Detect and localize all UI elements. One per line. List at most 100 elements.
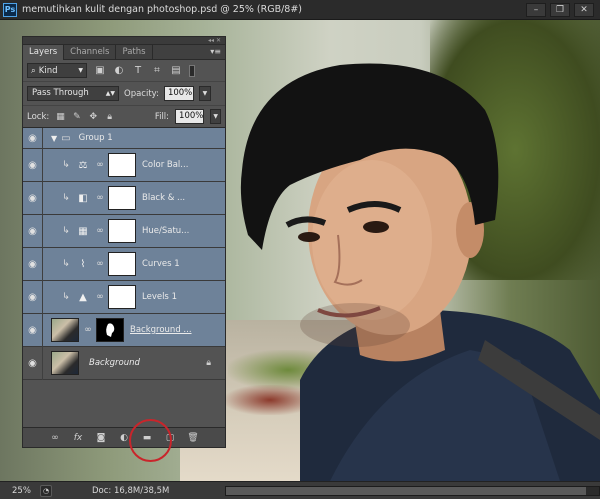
- layer-name: Hue/Satu...: [142, 226, 190, 236]
- link-icon: ∞: [96, 193, 104, 203]
- scrollbar-thumb[interactable]: [226, 487, 586, 495]
- layer-filter-row: ⌕ Kind ▼ ▣ ◐ T ⌗ ▤: [23, 60, 225, 82]
- layer-row[interactable]: ◉ Background 🔒︎: [23, 346, 225, 380]
- layer-row[interactable]: ◉ ↳ ▲ ∞ Levels 1: [23, 280, 225, 314]
- trash-icon[interactable]: 🗑︎: [187, 432, 199, 444]
- lock-position-icon[interactable]: ✥: [88, 111, 98, 123]
- eye-icon[interactable]: ◉: [23, 148, 43, 182]
- layer-row[interactable]: ◉ ▼ ▭ Group 1: [23, 127, 225, 149]
- filter-kind-label: Kind: [38, 65, 58, 76]
- curves-icon: ⌇: [80, 258, 86, 270]
- eye-icon[interactable]: ◉: [23, 346, 43, 380]
- filter-kind-select[interactable]: ⌕ Kind ▼: [27, 63, 87, 78]
- mask-shape-icon: [106, 323, 115, 337]
- panel-footer: ∞ fx ◙ ◐ ▬ ▢ 🗑︎: [23, 427, 225, 447]
- link-icon: ∞: [96, 226, 104, 236]
- fill-input[interactable]: 100%: [175, 109, 205, 124]
- clip-arrow-icon: ↳: [62, 226, 70, 236]
- mask-thumbnail[interactable]: [108, 285, 136, 309]
- fx-icon[interactable]: fx: [72, 432, 84, 444]
- link-icon: ∞: [96, 160, 104, 170]
- status-bar: 25% ◔ Doc: 16,8M/38,5M ▶: [0, 481, 600, 499]
- eye-icon[interactable]: ◉: [23, 280, 43, 314]
- mask-thumbnail[interactable]: [108, 186, 136, 210]
- clip-arrow-icon: ↳: [62, 259, 70, 269]
- mask-thumbnail[interactable]: [108, 219, 136, 243]
- group-expand-icon[interactable]: ▼: [51, 134, 57, 143]
- adjustment-filter-icon[interactable]: ◐: [113, 65, 125, 77]
- clip-arrow-icon: ↳: [62, 160, 70, 170]
- window-controls: – ❐ ✕: [526, 3, 594, 17]
- highlight-circle: [129, 419, 172, 462]
- zoom-level[interactable]: 25%: [0, 486, 40, 496]
- mask-thumbnail[interactable]: [96, 318, 124, 342]
- fill-label: Fill:: [154, 111, 170, 122]
- layer-row[interactable]: ◉ ↳ ⚖ ∞ Color Bal...: [23, 148, 225, 182]
- panel-tabs: Layers Channels Paths ▾≡: [23, 45, 225, 60]
- lock-transparent-icon[interactable]: ▦: [55, 111, 65, 123]
- status-info-icon[interactable]: ◔: [40, 484, 52, 497]
- layers-panel: ◂◂ ✕ Layers Channels Paths ▾≡ ⌕ Kind ▼ ▣…: [22, 36, 226, 448]
- opacity-label: Opacity:: [124, 88, 159, 99]
- layer-row[interactable]: ◉ ↳ ▦ ∞ Hue/Satu...: [23, 214, 225, 248]
- layer-name: Background ...: [130, 325, 192, 335]
- clip-arrow-icon: ↳: [62, 292, 70, 302]
- lock-icon: 🔒︎: [206, 358, 211, 368]
- shape-filter-icon[interactable]: ⌗: [151, 65, 163, 77]
- add-mask-icon[interactable]: ◙: [95, 432, 107, 444]
- fill-dropdown-icon[interactable]: ▼: [210, 109, 222, 124]
- minimize-icon[interactable]: –: [526, 3, 546, 17]
- restore-icon[interactable]: ❐: [550, 3, 570, 17]
- panel-collapse-strip[interactable]: ◂◂ ✕: [23, 37, 225, 45]
- search-icon: ⌕: [31, 65, 36, 76]
- link-icon: ∞: [96, 292, 104, 302]
- link-icon: ∞: [96, 259, 104, 269]
- title-bar: Ps memutihkan kulit dengan photoshop.psd…: [0, 0, 600, 20]
- eye-icon[interactable]: ◉: [23, 247, 43, 281]
- link-layers-icon[interactable]: ∞: [49, 432, 61, 444]
- document-title: memutihkan kulit dengan photoshop.psd @ …: [22, 4, 303, 15]
- lock-label: Lock:: [27, 111, 50, 122]
- mask-thumbnail[interactable]: [108, 153, 136, 177]
- layer-row[interactable]: ◉ ∞ Background ...: [23, 313, 225, 347]
- black-white-icon: ◧: [78, 192, 88, 204]
- panel-menu-icon[interactable]: ▾≡: [210, 47, 221, 56]
- chevron-down-icon: ▲▼: [105, 90, 115, 97]
- eye-icon[interactable]: ◉: [23, 127, 43, 149]
- layer-row[interactable]: ◉ ↳ ⌇ ∞ Curves 1: [23, 247, 225, 281]
- blend-mode-value: Pass Through: [32, 88, 89, 98]
- opacity-input[interactable]: 100%: [163, 86, 194, 101]
- folder-icon: ▭: [61, 132, 71, 144]
- image-filter-icon[interactable]: ▣: [94, 65, 106, 77]
- tab-channels[interactable]: Channels: [64, 45, 117, 60]
- horizontal-scrollbar[interactable]: [225, 486, 600, 496]
- levels-icon: ▲: [79, 291, 87, 303]
- close-icon[interactable]: ✕: [574, 3, 594, 17]
- eye-icon[interactable]: ◉: [23, 181, 43, 215]
- color-balance-icon: ⚖: [78, 159, 88, 171]
- lock-pixels-icon[interactable]: ✎: [72, 111, 82, 123]
- layer-row[interactable]: ◉ ↳ ◧ ∞ Black & ...: [23, 181, 225, 215]
- link-icon: ∞: [84, 325, 92, 335]
- layer-name: Group 1: [78, 133, 113, 143]
- smart-object-filter-icon[interactable]: ▤: [170, 65, 182, 77]
- eye-icon[interactable]: ◉: [23, 313, 43, 347]
- opacity-dropdown-icon[interactable]: ▼: [198, 86, 211, 101]
- eye-icon[interactable]: ◉: [23, 214, 43, 248]
- lock-all-icon[interactable]: 🔒︎: [104, 111, 114, 123]
- layer-name: Black & ...: [142, 193, 186, 203]
- filter-toggle[interactable]: [189, 64, 195, 77]
- layer-name: Color Bal...: [142, 160, 189, 170]
- mask-thumbnail[interactable]: [108, 252, 136, 276]
- blend-row: Pass Through ▲▼ Opacity: 100% ▼: [23, 82, 225, 106]
- tab-layers[interactable]: Layers: [23, 45, 65, 60]
- blend-mode-select[interactable]: Pass Through ▲▼: [27, 86, 119, 101]
- layer-thumbnail[interactable]: [51, 351, 79, 375]
- hue-saturation-icon: ▦: [78, 225, 88, 237]
- chevron-down-icon: ▼: [78, 67, 83, 74]
- type-filter-icon[interactable]: T: [132, 65, 144, 77]
- photoshop-logo-icon: Ps: [3, 2, 17, 17]
- layer-name: Curves 1: [142, 259, 180, 269]
- tab-paths[interactable]: Paths: [116, 45, 153, 60]
- layer-thumbnail[interactable]: [51, 318, 79, 342]
